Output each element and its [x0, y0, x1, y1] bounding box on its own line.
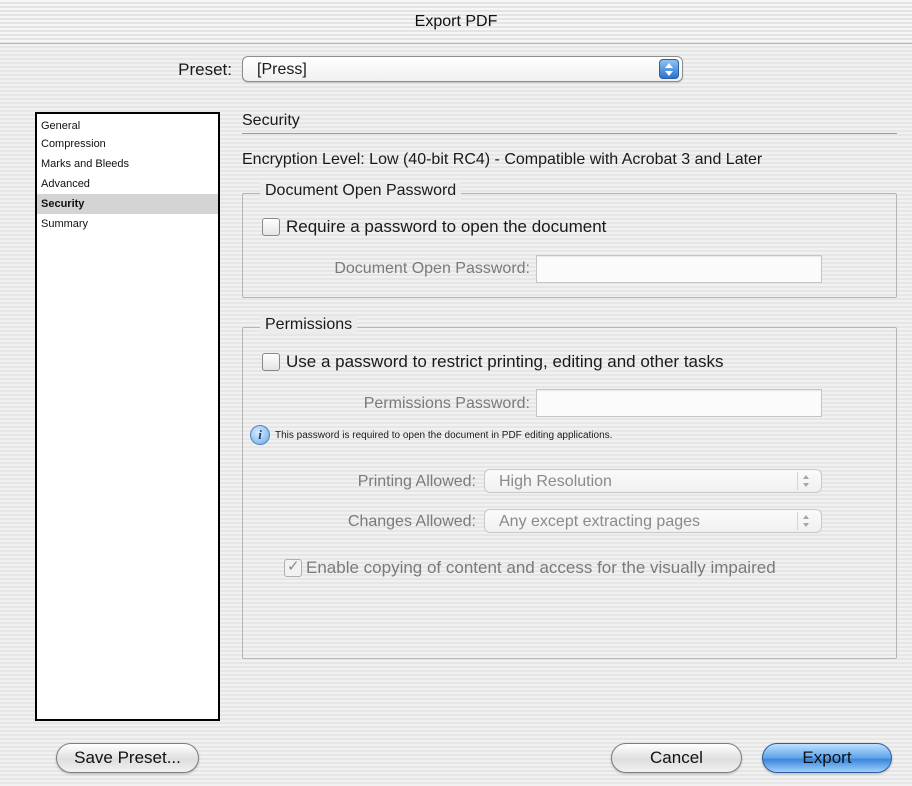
changes-allowed-select[interactable]: Any except extracting pages — [484, 509, 822, 533]
sidebar-item-general[interactable]: General — [37, 118, 218, 134]
group-legend: Document Open Password — [260, 182, 462, 200]
export-button[interactable]: Export — [762, 743, 892, 773]
preset-select[interactable]: [Press] — [242, 56, 683, 82]
require-open-password-label: Require a password to open the document — [286, 217, 607, 236]
preset-value: [Press] — [257, 61, 307, 78]
info-text: This password is required to open the do… — [275, 430, 613, 441]
sidebar-item-summary[interactable]: Summary — [37, 214, 218, 234]
chevron-up-down-icon — [659, 59, 679, 79]
window-title: Export PDF — [414, 13, 498, 30]
restrict-permissions-checkbox[interactable] — [262, 353, 280, 371]
sidebar-item-security[interactable]: Security — [37, 194, 218, 214]
sidebar-item-compression[interactable]: Compression — [37, 134, 218, 154]
document-open-password-field[interactable] — [536, 255, 822, 283]
chevron-up-down-icon — [797, 472, 815, 490]
changes-allowed-label: Changes Allowed: — [347, 513, 476, 530]
encryption-level-text: Encryption Level: Low (40-bit RC4) - Com… — [242, 151, 763, 168]
group-legend: Permissions — [260, 316, 358, 334]
enable-copying-checkbox[interactable]: ✓ — [284, 558, 302, 577]
printing-allowed-select[interactable]: High Resolution — [484, 469, 822, 493]
info-icon: i — [250, 425, 270, 445]
save-preset-button[interactable]: Save Preset... — [56, 743, 199, 773]
sidebar-item-advanced[interactable]: Advanced — [37, 174, 218, 194]
category-list[interactable]: General Compression Marks and Bleeds Adv… — [35, 112, 220, 721]
permissions-password-label: Permissions Password: — [363, 395, 530, 412]
checkmark-icon: ✓ — [287, 558, 300, 575]
sidebar-item-marks-and-bleeds[interactable]: Marks and Bleeds — [37, 154, 218, 174]
enable-copying-label: Enable copying of content and access for… — [306, 558, 776, 577]
restrict-permissions-label: Use a password to restrict printing, edi… — [286, 352, 724, 371]
changes-allowed-value: Any except extracting pages — [499, 513, 701, 530]
permissions-password-field[interactable] — [536, 389, 822, 417]
require-open-password-checkbox[interactable] — [262, 218, 280, 236]
preset-label: Preset: — [178, 60, 232, 79]
title-bar: Export PDF — [0, 0, 912, 44]
printing-allowed-label: Printing Allowed: — [357, 473, 476, 490]
chevron-up-down-icon — [797, 512, 815, 530]
permissions-group: Permissions — [242, 316, 897, 659]
section-divider — [242, 133, 897, 134]
document-open-password-label: Document Open Password: — [334, 260, 530, 277]
cancel-button[interactable]: Cancel — [611, 743, 742, 773]
printing-allowed-value: High Resolution — [499, 473, 612, 490]
section-title: Security — [242, 112, 300, 129]
